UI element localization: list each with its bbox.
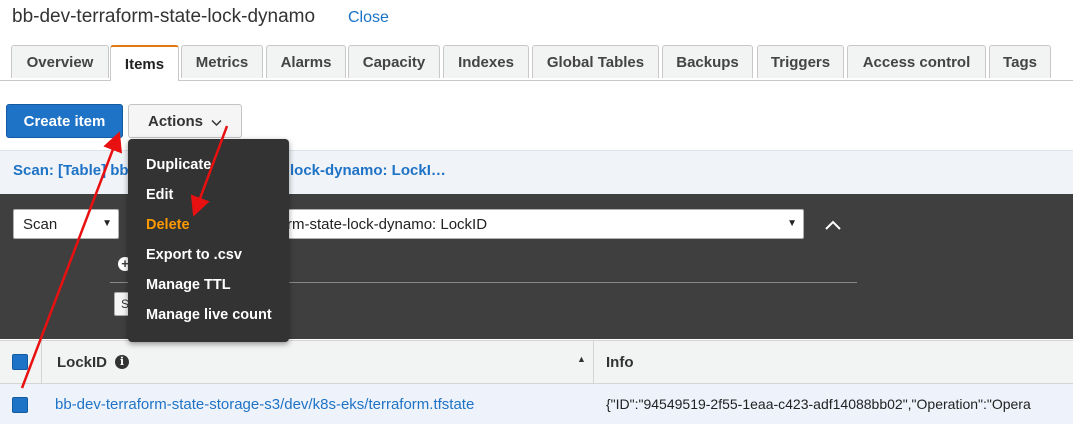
row-checkbox[interactable] [12,397,28,413]
menu-item-delete[interactable]: Delete [146,217,190,233]
column-header-lockid[interactable]: LockID [57,354,107,371]
tab-global-tables[interactable]: Global Tables [532,45,659,78]
select-all-checkbox[interactable] [12,354,28,370]
create-item-button[interactable]: Create item [6,104,123,138]
tab-bar: Overview Items Metrics Alarms Capacity I… [0,45,1073,81]
tab-backups[interactable]: Backups [662,45,753,78]
table-index-value: rm-state-lock-dynamo: LockID [287,215,488,233]
chevron-down-icon [211,119,222,126]
table-header [0,340,1073,384]
column-divider [41,340,42,384]
menu-item-export-csv[interactable]: Export to .csv [146,247,242,263]
actions-button-label: Actions [147,112,203,130]
row-info-value: {"ID":"94549519-2f55-1eaa-c423-adf14088b… [606,396,1031,412]
info-icon[interactable]: i [115,355,129,369]
actions-button[interactable]: Actions [128,104,242,138]
menu-item-manage-ttl[interactable]: Manage TTL [146,277,231,293]
column-header-info[interactable]: Info [606,354,634,371]
tab-capacity[interactable]: Capacity [348,45,440,78]
menu-item-manage-live-count[interactable]: Manage live count [146,307,272,323]
tab-alarms[interactable]: Alarms [266,45,346,78]
tab-tags[interactable]: Tags [989,45,1051,78]
row-lockid-link[interactable]: bb-dev-terraform-state-storage-s3/dev/k8… [55,396,474,413]
tab-access-control[interactable]: Access control [847,45,986,78]
menu-item-duplicate[interactable]: Duplicate [146,157,211,173]
scan-summary-suffix[interactable]: lock-dynamo: LockI… [290,162,446,179]
scan-mode-select[interactable]: Scan ▼ [13,209,119,239]
tab-overview[interactable]: Overview [11,45,109,78]
tab-items[interactable]: Items [110,45,179,81]
table-title: bb-dev-terraform-state-lock-dynamo [12,6,316,27]
scan-summary-prefix[interactable]: Scan: [Table] bb [13,162,129,179]
close-link[interactable]: Close [348,9,389,27]
dropdown-arrow-icon: ▼ [787,218,797,229]
column-divider [593,340,594,384]
sort-asc-icon[interactable]: ▲ [577,354,586,364]
tab-triggers[interactable]: Triggers [757,45,844,78]
actions-menu: Duplicate Edit Delete Export to .csv Man… [128,139,289,342]
menu-item-edit[interactable]: Edit [146,187,173,203]
tab-metrics[interactable]: Metrics [181,45,263,78]
tab-indexes[interactable]: Indexes [443,45,529,78]
table-index-select[interactable]: rm-state-lock-dynamo: LockID ▼ [272,209,804,239]
dropdown-arrow-icon: ▼ [102,218,112,229]
scan-mode-value: Scan [23,215,58,233]
caret-up-icon[interactable] [822,214,844,236]
